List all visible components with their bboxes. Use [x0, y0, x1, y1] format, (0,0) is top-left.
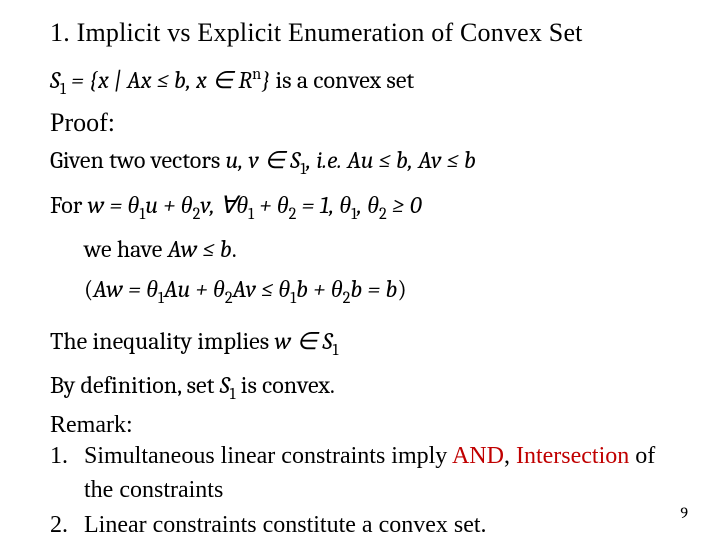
item1-number: 1.: [50, 439, 84, 509]
for-tail: ≥ 0: [387, 191, 422, 219]
inequality-line: The inequality implies w ∈ S1: [50, 323, 680, 363]
given-uv: u, v ∈ S: [226, 146, 301, 174]
bydef-math: S: [220, 371, 230, 399]
aw-close: ): [397, 275, 406, 303]
item1-b: ,: [504, 443, 516, 469]
for-line: For w = θ1u + θ2v, ∀θ1 + θ2 = 1, θ1, θ2 …: [50, 187, 680, 227]
item1-a: Simultaneous linear constraints imply: [84, 443, 452, 469]
aw-line: (Aw = θ1Au + θ2Av ≤ θ1b + θ2b = b): [84, 271, 680, 311]
remark-label: Remark:: [50, 412, 680, 439]
ineq-math: w ∈ S: [274, 327, 332, 355]
given-mid: , i.e. Au ≤ b, Av ≤ b: [306, 146, 476, 174]
remark-item-2: 2. Linear constraints constitute a conve…: [50, 508, 680, 540]
aw-2: Au + θ: [164, 275, 225, 303]
wehave-pre: we have: [84, 235, 168, 263]
aw-4: b + θ: [296, 275, 343, 303]
aw-s2: 2: [225, 289, 233, 308]
ineq-pre: The inequality implies: [50, 327, 274, 355]
for-s6: 2: [379, 204, 387, 223]
item1-intersection: Intersection: [516, 443, 629, 469]
given-line: Given two vectors u, v ∈ S1, i.e. Au ≤ b…: [50, 142, 680, 182]
page-number: 9: [680, 504, 688, 522]
bydef-line: By definition, set S1 is convex.: [50, 367, 680, 407]
def-eq: = {x | Ax ≤ b, x ∈ R: [66, 66, 252, 94]
item2-text: Linear constraints constitute a convex s…: [84, 508, 680, 540]
for-m2: v, ∀θ: [200, 191, 248, 219]
wehave-dot: .: [232, 235, 237, 263]
item1-and: AND: [452, 443, 504, 469]
bydef-pre: By definition, set: [50, 371, 220, 399]
def-brace-close: }: [261, 66, 275, 94]
for-m1: u + θ: [145, 191, 192, 219]
wehave-math: Aw ≤ b: [168, 235, 232, 263]
aw-1: Aw = θ: [93, 275, 158, 303]
for-pre: For: [50, 191, 88, 219]
slide-title: 1. Implicit vs Explicit Enumeration of C…: [50, 18, 680, 48]
bydef-tail: is convex.: [236, 371, 335, 399]
aw-3: Av ≤ θ: [233, 275, 291, 303]
given-pre: Given two vectors: [50, 146, 226, 174]
wehave-line: we have Aw ≤ b.: [84, 231, 680, 267]
def-S: S: [50, 66, 60, 94]
for-m4: = 1, θ: [296, 191, 351, 219]
ineq-sub: 1: [333, 341, 339, 360]
slide: 1. Implicit vs Explicit Enumeration of C…: [0, 0, 720, 540]
proof-label: Proof:: [50, 108, 680, 138]
item2-number: 2.: [50, 508, 84, 540]
def-sup-n: n: [252, 65, 261, 84]
for-m5: , θ: [357, 191, 379, 219]
definition-line: S1 = {x | Ax ≤ b, x ∈ Rn} is a convex se…: [50, 62, 680, 102]
aw-open: (: [84, 275, 93, 303]
for-w: w = θ: [88, 191, 140, 219]
remark-item-1: 1. Simultaneous linear constraints imply…: [50, 439, 680, 509]
def-tail: is a convex set: [276, 66, 415, 94]
for-m3: + θ: [254, 191, 289, 219]
aw-5: b = b: [350, 275, 397, 303]
